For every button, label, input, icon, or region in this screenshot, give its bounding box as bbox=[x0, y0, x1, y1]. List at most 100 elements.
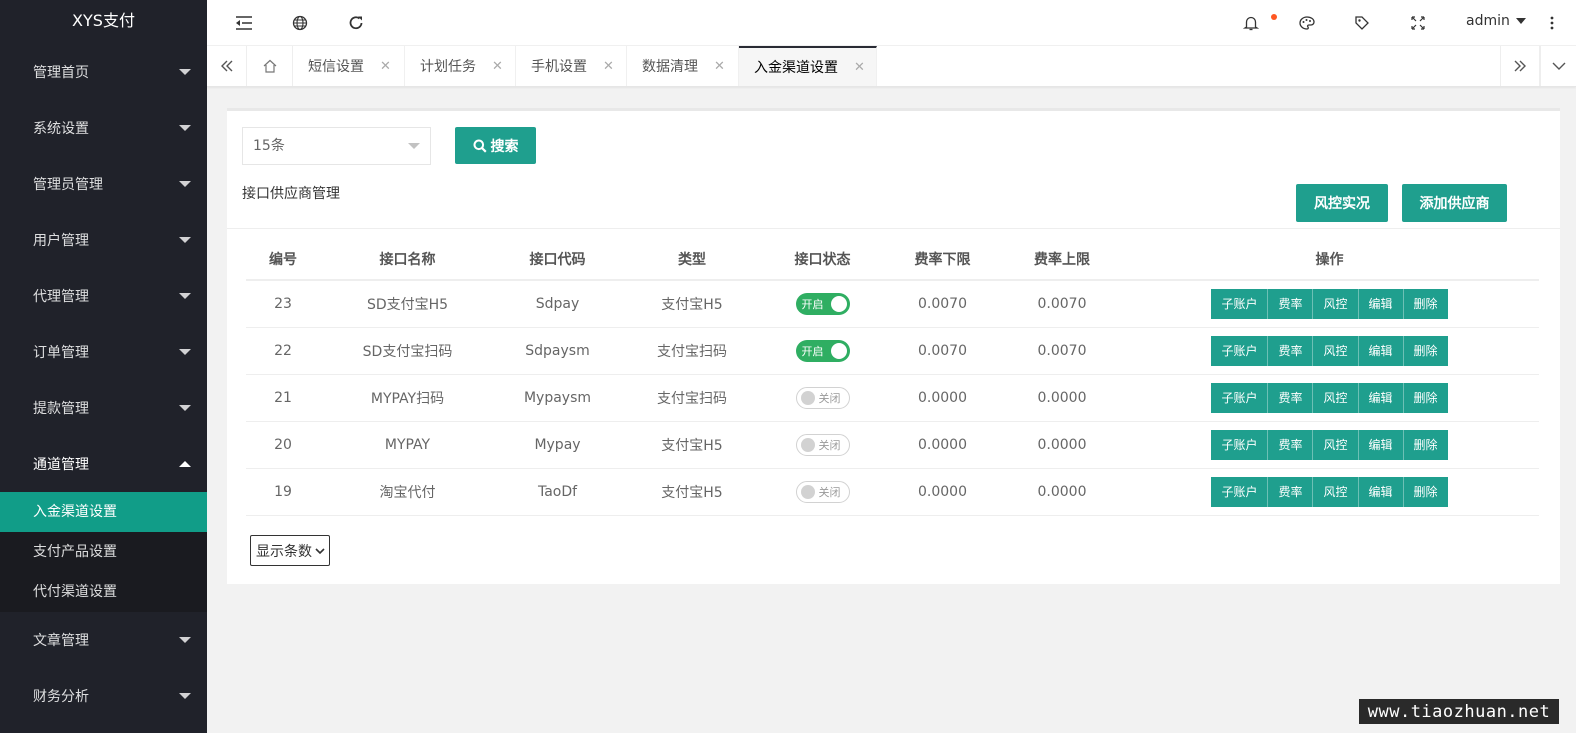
per-page-select[interactable]: 显示条数 bbox=[250, 535, 330, 566]
cell-code: Mypay bbox=[495, 421, 620, 469]
risk-control-button[interactable]: 风控 bbox=[1313, 335, 1359, 366]
add-supplier-button[interactable]: 添加供应商 bbox=[1402, 184, 1507, 222]
risk-control-button[interactable]: 风控 bbox=[1313, 429, 1359, 460]
page-size-select[interactable]: 15条 bbox=[242, 127, 431, 165]
tab-label: 手机设置 bbox=[531, 59, 587, 75]
rate-button[interactable]: 费率 bbox=[1268, 429, 1314, 460]
menu-fold-icon[interactable] bbox=[234, 13, 254, 33]
cell-type: 支付宝H5 bbox=[620, 468, 764, 516]
edit-button[interactable]: 编辑 bbox=[1358, 429, 1404, 460]
bell-icon[interactable] bbox=[1241, 13, 1261, 33]
cell-type: 支付宝扫码 bbox=[620, 374, 764, 422]
risk-control-button[interactable]: 风控 bbox=[1313, 288, 1359, 319]
globe-icon[interactable] bbox=[290, 13, 310, 33]
rate-button[interactable]: 费率 bbox=[1268, 476, 1314, 507]
tab-item[interactable]: 计划任务 ✕ bbox=[405, 46, 516, 86]
edit-button[interactable]: 编辑 bbox=[1358, 335, 1404, 366]
status-toggle-label: 开启 bbox=[801, 344, 824, 358]
rate-button[interactable]: 费率 bbox=[1268, 382, 1314, 413]
tab-item[interactable]: 数据清理 ✕ bbox=[627, 46, 739, 86]
sidebar-item[interactable]: 用户管理 bbox=[0, 212, 207, 268]
cell-id: 20 bbox=[246, 421, 320, 469]
tab-item[interactable]: 手机设置 ✕ bbox=[516, 46, 627, 86]
sidebar-item[interactable]: 文章管理 bbox=[0, 612, 207, 668]
sub-account-button[interactable]: 子账户 bbox=[1211, 429, 1269, 460]
tab-label: 计划任务 bbox=[420, 59, 476, 75]
sidebar-item-label: 提款管理 bbox=[33, 401, 89, 417]
sub-account-button[interactable]: 子账户 bbox=[1211, 288, 1269, 319]
refresh-icon[interactable] bbox=[346, 13, 366, 33]
sidebar-item[interactable]: 提款管理 bbox=[0, 380, 207, 436]
sub-account-button[interactable]: 子账户 bbox=[1211, 476, 1269, 507]
edit-button[interactable]: 编辑 bbox=[1358, 288, 1404, 319]
sidebar-subitem[interactable]: 代付渠道设置 bbox=[0, 572, 207, 612]
column-header: 类型 bbox=[620, 239, 764, 281]
cell-rate-max: 0.0070 bbox=[1004, 280, 1120, 328]
sidebar-item-label: 系统设置 bbox=[33, 121, 89, 137]
close-icon[interactable]: ✕ bbox=[603, 59, 614, 74]
column-header: 编号 bbox=[246, 239, 320, 281]
risk-control-button[interactable]: 风控 bbox=[1313, 382, 1359, 413]
close-icon[interactable]: ✕ bbox=[492, 59, 503, 74]
delete-button[interactable]: 删除 bbox=[1403, 335, 1448, 366]
rate-button[interactable]: 费率 bbox=[1268, 288, 1314, 319]
channel-table: 编号 接口名称 接口代码 类型 接口状态 费率下限 费率上限 操作 23 SD支付宝H5 Sdpa… bbox=[246, 239, 1539, 516]
tabs-scroll-right-icon[interactable] bbox=[1500, 46, 1540, 86]
status-toggle[interactable]: 关闭 bbox=[795, 386, 850, 409]
delete-button[interactable]: 删除 bbox=[1403, 429, 1448, 460]
tabs-scroll-left-icon[interactable] bbox=[207, 46, 247, 86]
sidebar-item[interactable]: 通道管理 bbox=[0, 436, 207, 492]
select-arrow-icon bbox=[408, 143, 420, 149]
cell-status: 关闭 bbox=[764, 421, 881, 469]
table-row: 20 MYPAY Mypay 支付宝H5 关闭 0.0000 0.0000 子账户 费率 风控 编辑… bbox=[246, 421, 1539, 469]
close-icon[interactable]: ✕ bbox=[854, 60, 865, 75]
more-icon[interactable] bbox=[1542, 13, 1562, 33]
delete-button[interactable]: 删除 bbox=[1403, 382, 1448, 413]
divider bbox=[227, 228, 1560, 229]
sidebar-item-label: 通道管理 bbox=[33, 457, 89, 473]
rate-button[interactable]: 费率 bbox=[1268, 335, 1314, 366]
risk-monitor-button[interactable]: 风控实况 bbox=[1296, 184, 1388, 222]
tag-icon[interactable] bbox=[1352, 13, 1372, 33]
sidebar-item[interactable]: 管理首页 bbox=[0, 44, 207, 100]
cell-id: 22 bbox=[246, 327, 320, 375]
sidebar-item[interactable]: 财务分析 bbox=[0, 668, 207, 724]
search-button[interactable]: 搜索 bbox=[455, 127, 536, 164]
sidebar-item[interactable]: 管理员管理 bbox=[0, 156, 207, 212]
search-button-label: 搜索 bbox=[490, 137, 519, 154]
status-toggle[interactable]: 关闭 bbox=[795, 433, 850, 456]
sidebar-item[interactable]: 订单管理 bbox=[0, 324, 207, 380]
edit-button[interactable]: 编辑 bbox=[1358, 382, 1404, 413]
tab-item[interactable]: 短信设置 ✕ bbox=[293, 46, 405, 86]
user-menu[interactable]: admin bbox=[1466, 13, 1526, 29]
tab-item[interactable]: 入金渠道设置 ✕ bbox=[739, 46, 877, 86]
fullscreen-icon[interactable] bbox=[1408, 13, 1428, 33]
sub-account-button[interactable]: 子账户 bbox=[1211, 382, 1269, 413]
app-logo[interactable]: XYS支付 bbox=[0, 0, 207, 44]
cell-rate-min: 0.0000 bbox=[881, 374, 1004, 422]
edit-button[interactable]: 编辑 bbox=[1358, 476, 1404, 507]
chevron-down-icon bbox=[315, 547, 325, 554]
cell-actions: 子账户 费率 风控 编辑 删除 bbox=[1120, 421, 1539, 469]
risk-control-button[interactable]: 风控 bbox=[1313, 476, 1359, 507]
palette-icon[interactable] bbox=[1297, 13, 1317, 33]
sidebar-item[interactable]: 代理管理 bbox=[0, 268, 207, 324]
sidebar-subitem[interactable]: 入金渠道设置 bbox=[0, 492, 207, 532]
sidebar-item[interactable]: 系统设置 bbox=[0, 100, 207, 156]
sidebar-subitem[interactable]: 支付产品设置 bbox=[0, 532, 207, 572]
close-icon[interactable]: ✕ bbox=[380, 59, 391, 74]
close-icon[interactable]: ✕ bbox=[714, 59, 725, 74]
cell-rate-min: 0.0070 bbox=[881, 280, 1004, 328]
chevron-down-icon bbox=[1515, 18, 1526, 24]
status-toggle[interactable]: 开启 bbox=[795, 339, 850, 362]
sub-account-button[interactable]: 子账户 bbox=[1211, 335, 1269, 366]
delete-button[interactable]: 删除 bbox=[1403, 288, 1448, 319]
delete-button[interactable]: 删除 bbox=[1403, 476, 1448, 507]
status-toggle[interactable]: 开启 bbox=[795, 292, 850, 315]
column-header: 接口名称 bbox=[320, 239, 495, 281]
sidebar: XYS支付 管理首页 系统设置 管理员管理 用户管理 代理管理 订单管理 提款管理 通道管理 … bbox=[0, 0, 207, 733]
cell-type: 支付宝H5 bbox=[620, 421, 764, 469]
tabs-menu-chevron-down-icon[interactable] bbox=[1540, 46, 1576, 86]
status-toggle[interactable]: 关闭 bbox=[795, 480, 850, 503]
tab-home-icon[interactable] bbox=[247, 46, 293, 86]
